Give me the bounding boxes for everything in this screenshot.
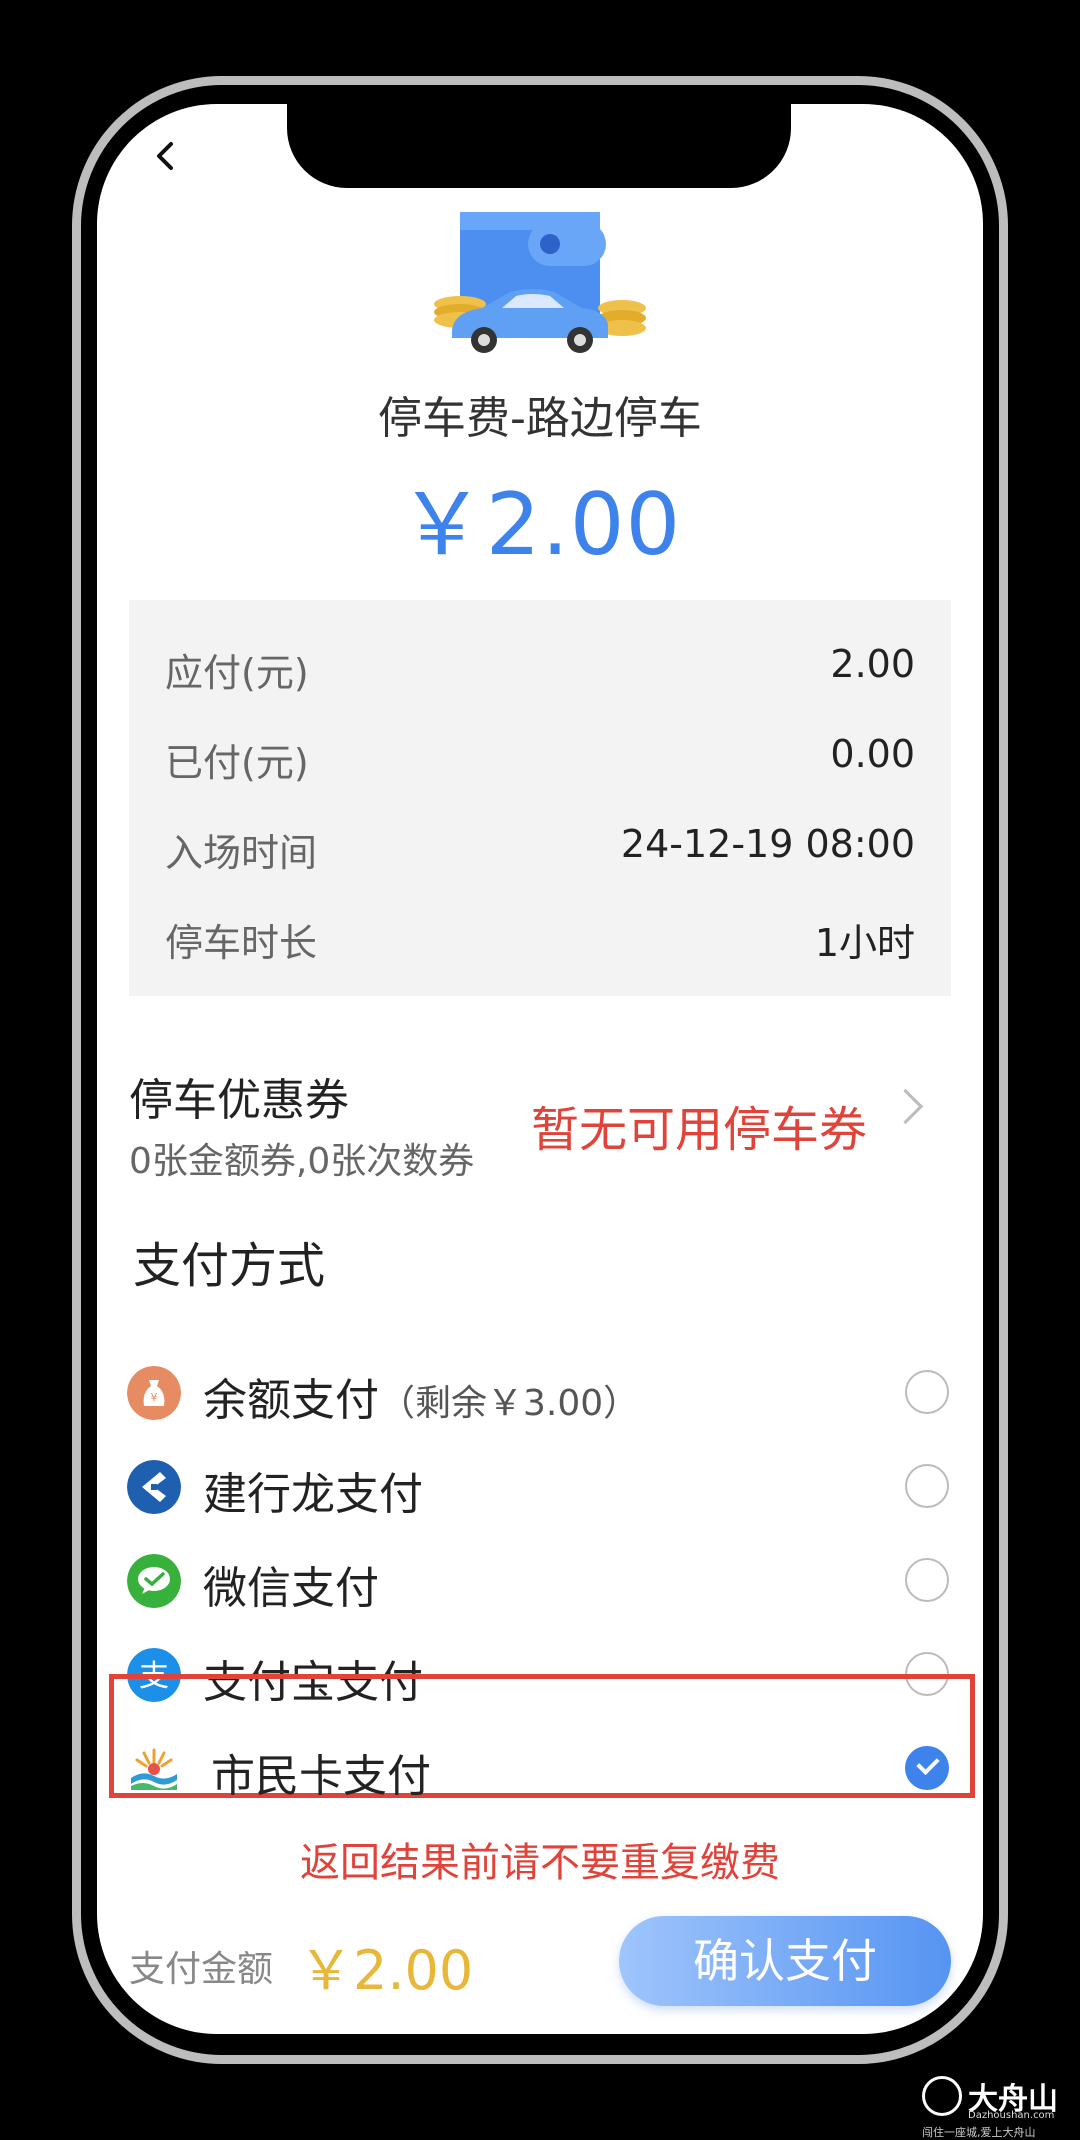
payment-option-wechat[interactable]: 微信支付 bbox=[97, 1540, 983, 1620]
payment-label: 微信支付 bbox=[203, 1563, 379, 1614]
summary-label: 停车时长 bbox=[165, 921, 318, 965]
order-title: 停车费-路边停车 bbox=[378, 393, 702, 444]
footer-amount-label: 支付金额 bbox=[129, 1949, 274, 1990]
order-amount: ￥2.00 bbox=[398, 475, 682, 575]
summary-row-payable: 应付(元) 2.00 bbox=[129, 632, 951, 695]
coupon-subtitle: 0张金额券,0张次数券 bbox=[129, 1141, 475, 1182]
radio-button-checked[interactable] bbox=[905, 1746, 949, 1790]
duplicate-payment-warning: 返回结果前请不要重复缴费 bbox=[300, 1840, 780, 1886]
payment-option-balance[interactable]: ¥ 余额支付（剩余￥3.00） bbox=[97, 1352, 983, 1432]
chevron-right-icon bbox=[887, 1088, 924, 1125]
phone-notch bbox=[287, 104, 791, 188]
watermark-subtitle: Dazhoushan.com bbox=[968, 2110, 1055, 2121]
payment-label: 市民卡支付 bbox=[211, 1751, 431, 1802]
summary-value: 0.00 bbox=[830, 732, 915, 776]
summary-label: 应付(元) bbox=[165, 651, 309, 695]
payment-label: 余额支付 bbox=[203, 1375, 379, 1426]
summary-label: 已付(元) bbox=[165, 741, 309, 785]
wechat-icon bbox=[127, 1554, 181, 1608]
summary-value: 1小时 bbox=[814, 921, 915, 965]
wallet-car-illustration bbox=[434, 212, 646, 353]
app-screen: 停车费-路边停车 ￥2.00 应付(元) 2.00 已付(元) 0.00 入场时… bbox=[97, 104, 983, 2034]
footer-amount: ￥2.00 bbox=[299, 1939, 474, 2002]
summary-value: 24-12-19 08:00 bbox=[620, 822, 915, 866]
payment-option-citizen-card[interactable]: 市民卡支付 bbox=[97, 1728, 983, 1808]
coupon-title: 停车优惠券 bbox=[129, 1075, 349, 1126]
radio-button[interactable] bbox=[905, 1370, 949, 1414]
ccb-icon bbox=[127, 1460, 181, 1514]
payment-option-ccb[interactable]: 建行龙支付 bbox=[97, 1446, 983, 1526]
citizen-card-icon bbox=[131, 1748, 177, 1790]
back-button[interactable] bbox=[147, 136, 187, 176]
confirm-pay-button[interactable]: 确认支付 bbox=[619, 1916, 951, 2006]
summary-value: 2.00 bbox=[830, 642, 915, 686]
summary-label: 入场时间 bbox=[165, 831, 318, 875]
coupon-status[interactable]: 暂无可用停车券 bbox=[531, 1090, 867, 1160]
summary-row-duration: 停车时长 1小时 bbox=[129, 902, 951, 965]
order-summary: 应付(元) 2.00 已付(元) 0.00 入场时间 24-12-19 08:0… bbox=[129, 600, 951, 996]
summary-row-paid: 已付(元) 0.00 bbox=[129, 722, 951, 785]
watermark-logo-icon bbox=[922, 2076, 962, 2116]
radio-button[interactable] bbox=[905, 1464, 949, 1508]
chevron-left-icon bbox=[157, 142, 173, 170]
money-bag-icon: ¥ bbox=[127, 1366, 181, 1420]
payment-section-title: 支付方式 bbox=[133, 1238, 326, 1294]
watermark-slogan: 闯住一座城,爱上大舟山 bbox=[922, 2126, 1036, 2139]
svg-text:¥: ¥ bbox=[151, 1391, 158, 1404]
balance-note: （剩余￥3.00） bbox=[379, 1383, 640, 1424]
radio-button[interactable] bbox=[905, 1558, 949, 1602]
site-watermark: 大舟山 Dazhoushan.com 闯住一座城,爱上大舟山 bbox=[922, 2076, 1072, 2140]
payment-label: 建行龙支付 bbox=[203, 1469, 423, 1520]
summary-row-entry-time: 入场时间 24-12-19 08:00 bbox=[129, 812, 951, 875]
